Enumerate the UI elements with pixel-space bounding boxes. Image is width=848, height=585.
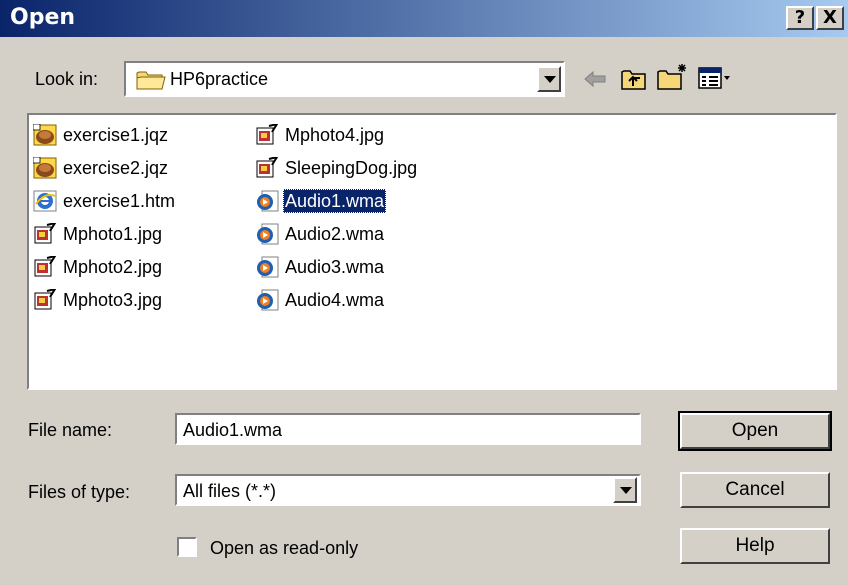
files-of-type-label: Files of type: [28,482,131,502]
wma-icon [255,256,279,278]
title-bar[interactable]: Open ? X [0,0,848,37]
file-item-name: exercise1.htm [63,191,176,211]
files-of-type-dropdown-button[interactable] [613,477,637,503]
wma-icon [255,190,279,212]
jpg-icon [33,256,57,278]
jqz-icon [33,124,57,146]
wma-icon [255,223,279,245]
file-name-value: Audio1.wma [183,420,283,440]
new-folder-icon[interactable] [656,62,690,92]
cancel-button[interactable]: Cancel [680,472,830,508]
close-button[interactable]: X [816,6,844,30]
file-item-name: exercise1.jqz [63,125,169,145]
file-item-name: Audio4.wma [285,290,385,310]
file-item-name: Mphoto2.jpg [63,257,163,277]
ie-icon [33,190,57,212]
file-item-name: Mphoto1.jpg [63,224,163,244]
file-list[interactable]: exercise1.jqz exercise2.jqz exercise1.htm M… [27,113,837,390]
open-dialog: Open ? X Look in: HP6practice exercise1.… [0,0,848,585]
up-folder-icon[interactable] [620,66,648,92]
dialog-title: Open [10,5,76,30]
back-arrow-icon[interactable] [582,68,608,90]
file-item-name: Audio1.wma [283,189,387,213]
file-item-name: SleepingDog.jpg [285,158,418,178]
help-dialog-button[interactable]: Help [680,528,830,564]
file-name-label: File name: [28,420,113,440]
file-item-name: Audio3.wma [285,257,385,277]
files-of-type-dropdown[interactable]: All files (*.*) [175,474,641,506]
files-of-type-value: All files (*.*) [183,481,277,501]
jqz-icon [33,157,57,179]
wma-icon [255,289,279,311]
jpg-icon [33,223,57,245]
jpg-icon [255,157,279,179]
folder-icon [136,69,166,91]
open-button[interactable]: Open [678,411,832,451]
read-only-checkbox[interactable] [177,537,197,557]
file-item-name: Mphoto4.jpg [285,125,385,145]
look-in-label: Look in: [35,69,99,89]
view-menu-icon[interactable] [698,66,732,90]
look-in-dropdown-button[interactable] [537,66,561,92]
file-name-input[interactable]: Audio1.wma [175,413,641,445]
jpg-icon [255,124,279,146]
jpg-icon [33,289,57,311]
file-item-name: Mphoto3.jpg [63,290,163,310]
look-in-value: HP6practice [170,69,269,89]
file-item-name: Audio2.wma [285,224,385,244]
help-button[interactable]: ? [786,6,814,30]
file-item-name: exercise2.jqz [63,158,169,178]
look-in-dropdown[interactable]: HP6practice [124,61,565,97]
read-only-label: Open as read-only [210,538,359,558]
